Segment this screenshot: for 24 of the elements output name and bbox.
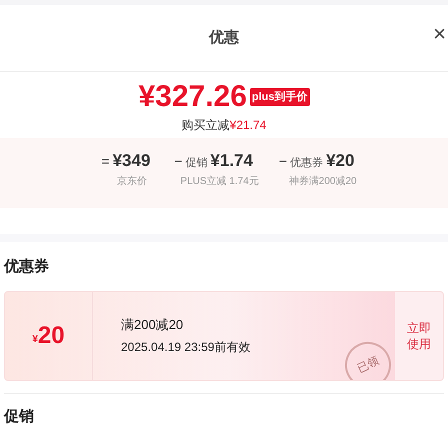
operator: = [101, 152, 110, 171]
breakdown-caption: 京东价 [116, 174, 147, 188]
saving-amount: ¥21.74 [230, 118, 266, 132]
use-now-button[interactable]: 立即使用 [395, 292, 443, 380]
section-heading: 促销 [4, 406, 35, 425]
section-heading: 优惠券 [4, 257, 50, 277]
coupon-title: 满200减20 [121, 316, 184, 334]
price-badge: plus到手价 [250, 88, 310, 106]
coupon-currency: ¥ [32, 333, 38, 347]
discount-name: 促销 [185, 156, 208, 171]
operator: − [278, 152, 288, 171]
breakdown-amount: ¥1.74 [210, 150, 253, 172]
saving-label: 购买立减 [182, 118, 230, 132]
breakdown-caption: 神券满200减20 [288, 174, 357, 188]
final-price: ¥327.26 [138, 82, 247, 112]
coupon-validity: 2025.04.19 23:59前有效 [121, 339, 252, 356]
close-button[interactable]: × [433, 23, 446, 45]
breakdown-amount: ¥20 [326, 150, 354, 172]
breakdown-amount: ¥349 [112, 150, 150, 172]
coupon-value: 20 [38, 320, 65, 350]
discount-name: 优惠券 [290, 156, 324, 171]
dialog-title: 优惠 [209, 28, 239, 48]
breakdown-caption: PLUS立减 1.74元 [179, 174, 259, 188]
operator: − [174, 152, 182, 171]
